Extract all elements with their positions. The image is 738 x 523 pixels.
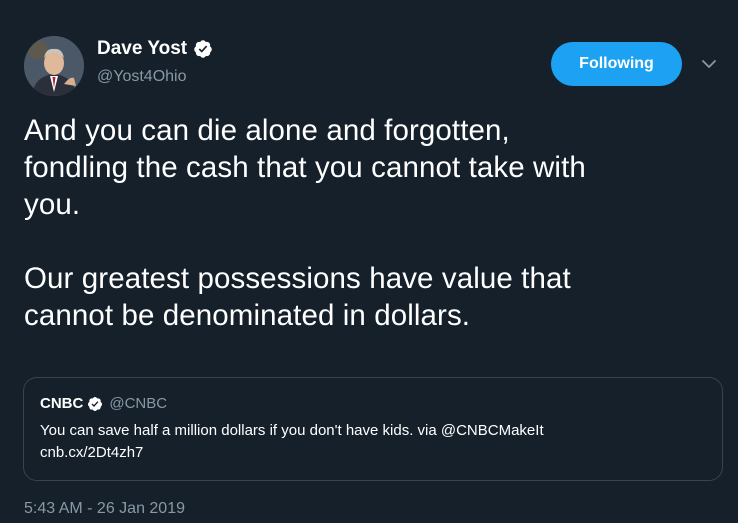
author-avatar[interactable] (24, 36, 84, 96)
quoted-tweet-card[interactable]: CNBC @CNBC You can save half a million d… (23, 377, 723, 481)
verified-badge-icon (193, 39, 213, 59)
quoted-author-name: CNBC (40, 395, 84, 412)
author-name-text: Dave Yost (97, 38, 188, 59)
quoted-author-handle: @CNBC (109, 395, 168, 412)
quoted-tweet-text: You can save half a million dollars if y… (40, 422, 544, 461)
author-handle[interactable]: @Yost4Ohio (97, 68, 186, 86)
quoted-tweet-header: CNBC @CNBC (40, 395, 167, 412)
verified-badge-icon (87, 396, 103, 412)
tweet-timestamp[interactable]: 5:43 AM - 26 Jan 2019 (24, 500, 185, 518)
following-button[interactable]: Following (551, 42, 682, 86)
chevron-down-icon[interactable] (701, 57, 717, 69)
author-display-name[interactable]: Dave Yost (97, 38, 213, 60)
tweet-text: And you can die alone and forgotten, fon… (24, 114, 586, 332)
